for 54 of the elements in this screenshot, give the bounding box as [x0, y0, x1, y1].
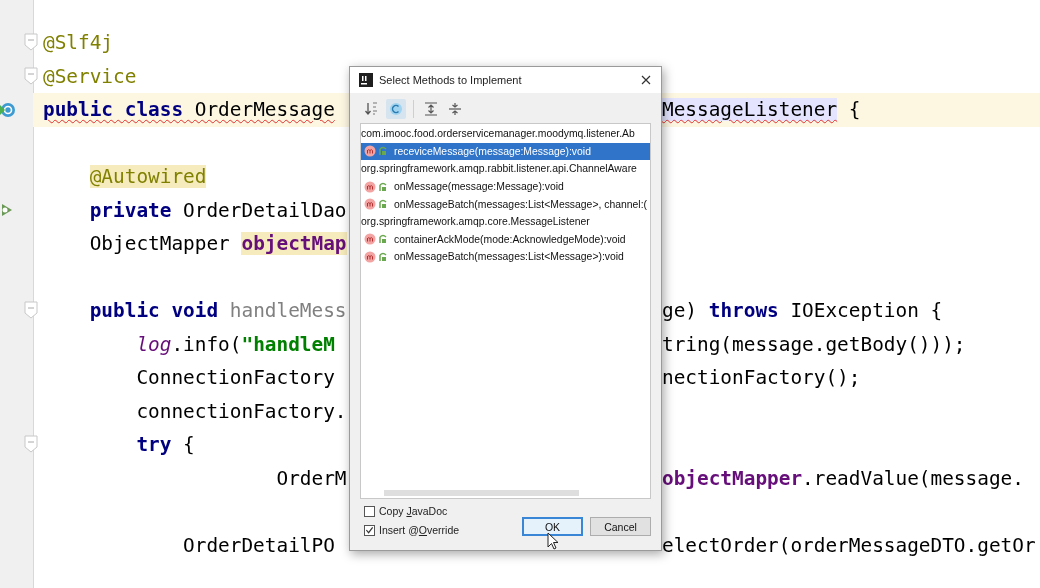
access-icon [379, 146, 387, 157]
checkmark-icon [365, 525, 374, 535]
code-line: ge) throws IOException { [662, 299, 943, 323]
access-icon [379, 234, 387, 245]
code-line: @Slf4j [43, 31, 114, 55]
cancel-button[interactable]: Cancel [590, 517, 651, 536]
app-logo-icon [359, 73, 373, 87]
close-button[interactable] [639, 73, 653, 87]
mouse-pointer-icon [547, 532, 559, 550]
code-line: ConnectionFactory [136, 366, 335, 390]
code-line: OrderDetailPO [183, 533, 335, 557]
code-line: private OrderDetailDao [89, 198, 347, 222]
checkbox[interactable] [364, 524, 375, 536]
class-button[interactable] [386, 99, 406, 119]
code-line: objectMapper.readValue(message. [662, 466, 1024, 490]
code-line: log.info("handleM [136, 332, 335, 356]
access-icon [379, 181, 387, 192]
method-icon [364, 145, 376, 158]
checkbox[interactable] [364, 505, 375, 517]
interface-row[interactable]: com.imooc.food.orderservicemanager.moodymq.listener.Ab [361, 125, 650, 143]
horizontal-scrollbar[interactable] [384, 490, 579, 496]
code-line: nectionFactory(); [662, 366, 861, 390]
method-row[interactable]: onMessage(message:Message):void [361, 177, 650, 196]
method-icon [364, 180, 376, 193]
method-row[interactable]: receviceMessage(message:Message):void [361, 142, 650, 161]
access-icon [379, 199, 387, 210]
method-row[interactable]: onMessageBatch(messages:List<Message>):void [361, 248, 650, 266]
code-line: MessageListener { [662, 98, 861, 122]
class-icon [388, 101, 404, 117]
code-line: tring(message.getBody())); [662, 332, 966, 356]
code-line: public void handleMess [89, 299, 347, 323]
interface-row[interactable]: org.springframework.amqp.rabbit.listener.api.ChannelAware [361, 160, 650, 178]
method-row[interactable]: containerAckMode(mode:AcknowledgeMode):void [361, 230, 650, 249]
sort-icon [364, 101, 380, 117]
method-row[interactable]: onMessageBatch(messages:List<Message>, channel:( [361, 195, 650, 213]
code-line: ObjectMapper objectMap [89, 232, 347, 256]
code-line: public class OrderMessage [43, 98, 335, 122]
checkbox-label[interactable]: Insert @Override [379, 524, 460, 536]
code-line: connectionFactory. [136, 399, 347, 423]
code-line: electOrder(orderMessageDTO.getOr [662, 533, 1036, 557]
method-icon [364, 198, 376, 211]
code-line: @Service [43, 64, 137, 88]
checkbox-label[interactable]: Copy JavaDoc [379, 505, 448, 517]
method-icon [364, 233, 376, 246]
code-line: OrderM [275, 466, 347, 490]
collapse-all-icon [447, 101, 463, 117]
access-icon [379, 251, 387, 262]
expand-all-icon [423, 101, 439, 117]
dialog-title: Select Methods to Implement [379, 74, 523, 86]
interface-row[interactable]: org.springframework.amqp.core.MessageListener [361, 212, 650, 231]
code-line: try { [136, 433, 195, 457]
method-icon [364, 250, 376, 263]
ok-button[interactable]: OK [522, 517, 583, 536]
close-icon [641, 75, 651, 85]
